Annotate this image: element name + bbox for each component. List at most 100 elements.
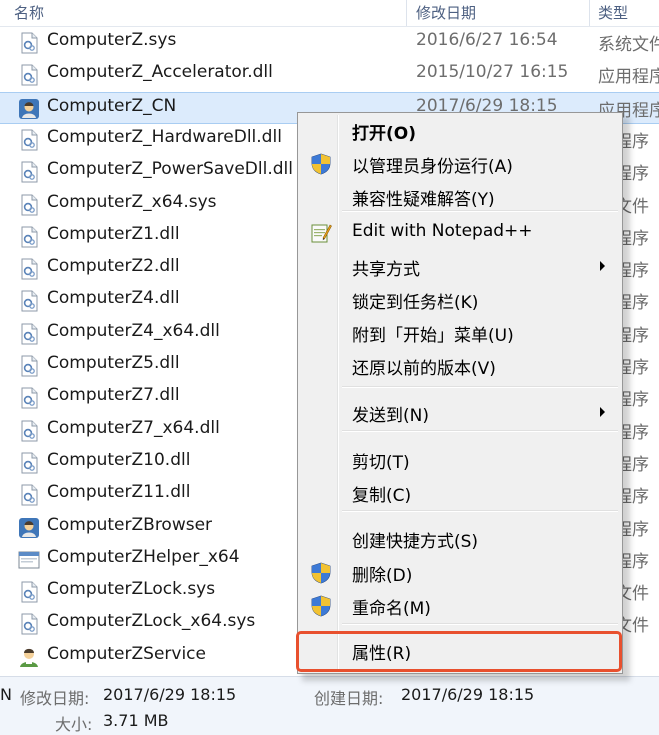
menu-item-compat-troubleshoot[interactable]: 兼容性疑难解答(Y)	[300, 182, 620, 212]
file-name: ComputerZ2.dll	[47, 256, 180, 277]
file-name: ComputerZ7_x64.dll	[47, 417, 220, 438]
menu-item-label: 删除(D)	[352, 566, 413, 586]
menu-item-label: 复制(C)	[352, 486, 412, 506]
uac-shield-icon	[310, 153, 332, 175]
menu-item-edit-with-notepad[interactable]: Edit with Notepad++	[300, 218, 620, 248]
uac-shield-icon	[310, 562, 332, 584]
menu-item-create-shortcut[interactable]: 创建快捷方式(S)	[300, 524, 620, 554]
service-exe-icon	[18, 646, 40, 668]
dll-file-icon	[18, 64, 40, 86]
details-status-bar: N 修改日期: 2017/6/29 18:15 创建日期: 2017/6/29 …	[0, 676, 659, 735]
dll-file-icon	[18, 484, 40, 506]
menu-item-send-to[interactable]: 发送到(N)	[300, 398, 620, 428]
menu-separator	[342, 210, 618, 212]
file-name: ComputerZ7.dll	[47, 385, 180, 406]
status-created-label: 创建日期:	[314, 689, 384, 708]
column-header-date[interactable]: 修改日期	[416, 2, 476, 23]
file-name: ComputerZ.sys	[47, 30, 177, 50]
context-menu: 打开(O) 以管理员身份运行(A) 兼容性疑难解答(Y) Edit with Note…	[297, 112, 623, 674]
dll-file-icon	[18, 420, 40, 442]
column-header-type[interactable]: 类型	[598, 2, 628, 23]
status-file-name: N	[0, 685, 12, 704]
column-divider[interactable]	[406, 0, 407, 26]
menu-item-pin-to-start-menu[interactable]: 附到「开始」菜单(U)	[300, 318, 620, 348]
sys-file-icon	[18, 32, 40, 54]
column-divider[interactable]	[589, 0, 590, 26]
file-name: ComputerZ_PowerSaveDll.dll	[47, 159, 293, 180]
status-modified-value: 2017/6/29 18:15	[103, 685, 237, 704]
menu-item-share-with[interactable]: 共享方式	[300, 252, 620, 282]
file-name: ComputerZ_x64.sys	[47, 191, 217, 212]
menu-item-label: 重命名(M)	[352, 599, 431, 619]
menu-separator	[342, 386, 618, 388]
file-name: ComputerZ_HardwareDll.dll	[47, 126, 282, 147]
window-exe-icon	[18, 549, 40, 571]
sys-file-icon	[18, 613, 40, 635]
dll-file-icon	[18, 226, 40, 248]
menu-item-cut[interactable]: 剪切(T)	[300, 445, 620, 475]
file-name: ComputerZ1.dll	[47, 223, 180, 244]
menu-item-label: 兼容性疑难解答(Y)	[352, 190, 495, 210]
sys-file-icon	[18, 194, 40, 216]
file-type: 系统文件	[598, 35, 659, 55]
menu-item-pin-to-taskbar[interactable]: 锁定到任务栏(K)	[300, 285, 620, 315]
menu-item-delete[interactable]: 删除(D)	[300, 558, 620, 588]
file-modified-date: 2016/6/27 16:54	[416, 30, 558, 50]
column-header-bar: 名称 修改日期 类型	[0, 0, 659, 27]
menu-item-open[interactable]: 打开(O)	[300, 116, 620, 146]
file-name: ComputerZ_CN	[47, 95, 177, 116]
file-name: ComputerZ4_x64.dll	[47, 320, 220, 341]
dll-file-icon	[18, 355, 40, 377]
menu-item-label: 以管理员身份运行(A)	[352, 157, 513, 177]
status-size-label: 大小:	[55, 715, 93, 734]
dll-file-icon	[18, 258, 40, 280]
menu-item-run-as-admin[interactable]: 以管理员身份运行(A)	[300, 149, 620, 179]
file-name: ComputerZ11.dll	[47, 482, 191, 503]
column-header-name[interactable]: 名称	[14, 2, 44, 23]
file-modified-date: 2015/10/27 16:15	[416, 62, 569, 83]
file-name: ComputerZLock.sys	[47, 579, 216, 600]
menu-item-restore-previous-versions[interactable]: 还原以前的版本(V)	[300, 351, 620, 381]
menu-item-label: 还原以前的版本(V)	[352, 359, 496, 379]
menu-item-label: 附到「开始」菜单(U)	[352, 326, 514, 346]
file-type: 应用程序	[598, 67, 659, 88]
dll-file-icon	[18, 161, 40, 183]
dll-file-icon	[18, 323, 40, 345]
file-name: ComputerZ5.dll	[47, 353, 180, 373]
status-modified-label: 修改日期:	[20, 689, 90, 708]
app-exe-icon	[18, 517, 40, 539]
menu-separator	[342, 430, 618, 432]
submenu-arrow-icon	[600, 407, 605, 417]
app-exe-icon	[18, 98, 40, 120]
menu-item-label: 创建快捷方式(S)	[352, 532, 479, 552]
menu-separator	[342, 623, 618, 625]
properties-highlight-box	[296, 631, 622, 672]
dll-file-icon	[18, 129, 40, 151]
status-size-value: 3.71 MB	[103, 711, 169, 730]
sys-file-icon	[18, 581, 40, 603]
menu-item-copy[interactable]: 复制(C)	[300, 478, 620, 508]
submenu-arrow-icon	[600, 261, 605, 271]
file-name: ComputerZ_Accelerator.dll	[47, 62, 273, 83]
file-name: ComputerZ10.dll	[47, 449, 191, 470]
file-name: ComputerZLock_x64.sys	[47, 611, 256, 632]
menu-item-label: 发送到(N)	[352, 406, 429, 426]
uac-shield-icon	[310, 595, 332, 617]
dll-file-icon	[18, 290, 40, 312]
file-name: ComputerZ4.dll	[47, 288, 180, 309]
file-name: ComputerZBrowser	[47, 514, 213, 535]
menu-item-label: 锁定到任务栏(K)	[352, 293, 479, 313]
status-created-value: 2017/6/29 18:15	[401, 685, 535, 704]
file-name: ComputerZHelper_x64	[47, 546, 240, 567]
menu-separator	[342, 510, 618, 512]
menu-item-label: 共享方式	[352, 260, 420, 280]
menu-item-rename[interactable]: 重命名(M)	[300, 591, 620, 621]
menu-item-label: 打开(O)	[352, 124, 416, 144]
dll-file-icon	[18, 387, 40, 409]
file-name: ComputerZService	[47, 643, 206, 664]
dll-file-icon	[18, 452, 40, 474]
file-row[interactable]: ComputerZ_Accelerator.dll 2015/10/27 16:1…	[0, 59, 659, 91]
file-row[interactable]: ComputerZ.sys 2016/6/27 16:54 系统文件	[0, 27, 659, 59]
menu-item-label: Edit with Notepad++	[352, 221, 533, 241]
notepad-plus-plus-icon	[310, 222, 332, 244]
